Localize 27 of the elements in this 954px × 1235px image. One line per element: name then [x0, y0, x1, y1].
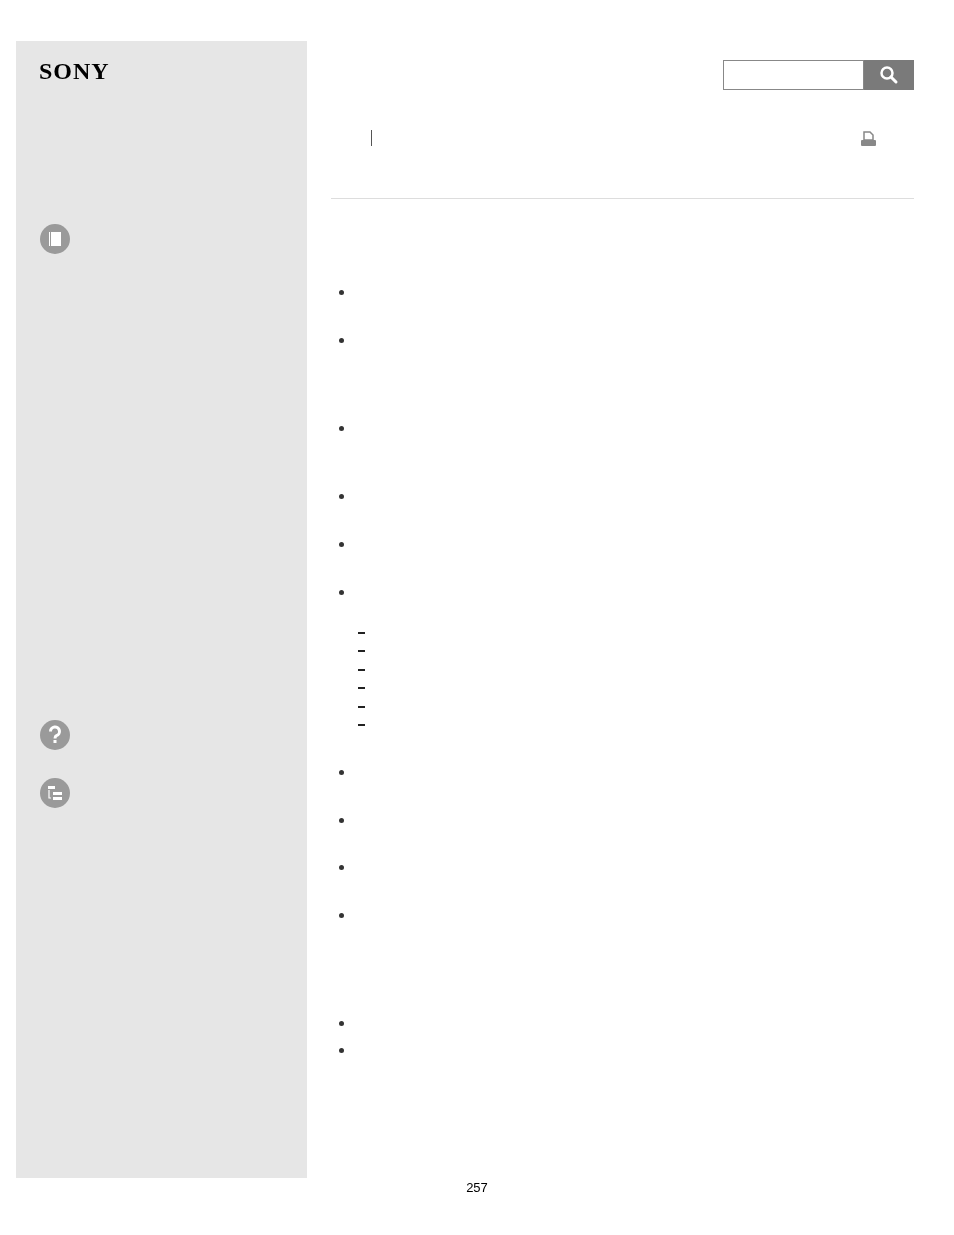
print-icon[interactable] — [860, 130, 877, 146]
dash-icon — [358, 687, 365, 689]
help-icon[interactable] — [39, 719, 71, 751]
bullet-icon — [339, 590, 344, 595]
search-button[interactable] — [864, 60, 914, 90]
dash-icon — [358, 650, 365, 652]
book-icon[interactable] — [39, 223, 71, 255]
bullet-icon — [339, 770, 344, 775]
bullet-icon — [339, 426, 344, 431]
page-number: 257 — [466, 1179, 488, 1197]
bullet-icon — [339, 338, 344, 343]
bullet-icon — [339, 290, 344, 295]
bullet-icon — [339, 494, 344, 499]
search-icon — [879, 65, 899, 85]
logo[interactable]: SONY — [39, 59, 110, 83]
bullet-icon — [339, 913, 344, 918]
dash-icon — [358, 669, 365, 671]
bullet-icon — [339, 818, 344, 823]
search-field[interactable] — [723, 60, 864, 90]
contents-tree-icon[interactable] — [39, 777, 71, 809]
bullet-icon — [339, 865, 344, 870]
dash-icon — [358, 706, 365, 708]
dash-icon — [358, 632, 365, 634]
bullet-icon — [339, 1048, 344, 1053]
dash-icon — [358, 724, 365, 726]
bullet-icon — [339, 1021, 344, 1026]
bullet-icon — [339, 542, 344, 547]
